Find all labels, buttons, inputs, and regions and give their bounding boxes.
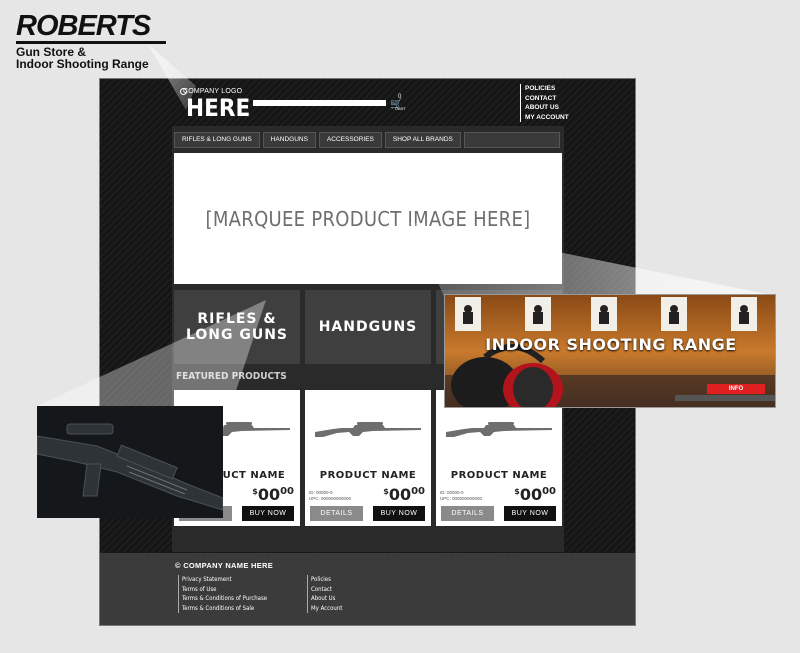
range-callout[interactable]: INDOOR SHOOTING RANGE INFO xyxy=(444,294,776,408)
rifle-photo xyxy=(37,406,223,518)
beam-brand xyxy=(148,44,196,110)
rifle-photo-callout xyxy=(37,406,223,518)
info-button[interactable]: INFO xyxy=(707,384,765,394)
beam-marquee xyxy=(410,222,776,296)
callout-title: INDOOR SHOOTING RANGE xyxy=(485,335,737,354)
